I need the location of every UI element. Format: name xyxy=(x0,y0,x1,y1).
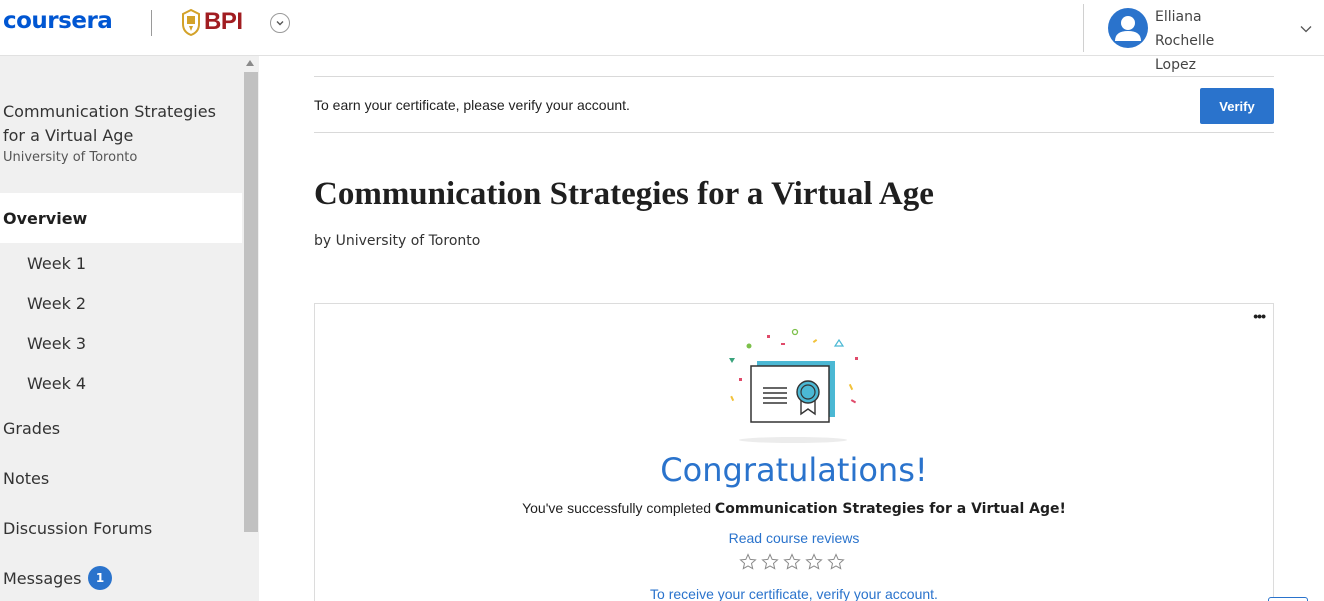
top-header: coursera BPI Elliana Rochelle Lopez xyxy=(0,0,1324,73)
user-name[interactable]: Elliana Rochelle Lopez xyxy=(1155,5,1265,77)
chevron-down-icon xyxy=(276,21,284,26)
bpi-wordmark: BPI xyxy=(204,8,243,35)
sidebar-item-week-1[interactable]: Week 1 xyxy=(27,254,86,273)
read-reviews-link[interactable]: Read course reviews xyxy=(315,530,1273,546)
sidebar-item-week-2[interactable]: Week 2 xyxy=(27,294,86,313)
completion-course-name: Communication Strategies for a Virtual A… xyxy=(714,501,1060,517)
sidebar-item-messages[interactable]: Messages xyxy=(3,569,81,588)
sidebar-item-week-4[interactable]: Week 4 xyxy=(27,374,86,393)
person-icon xyxy=(1115,16,1141,41)
coursera-logo[interactable]: coursera xyxy=(3,8,113,34)
star-1-icon[interactable] xyxy=(739,553,757,571)
sidebar-course-title[interactable]: Communication Strategies for a Virtual A… xyxy=(3,100,233,148)
header-divider xyxy=(1083,4,1084,52)
star-2-icon[interactable] xyxy=(761,553,779,571)
sidebar-item-week-3[interactable]: Week 3 xyxy=(27,334,86,353)
verify-account-link[interactable]: To receive your certificate, verify your… xyxy=(315,586,1273,601)
messages-count-badge: 1 xyxy=(88,566,112,590)
page-title: Communication Strategies for a Virtual A… xyxy=(314,176,934,212)
partner-switcher-button[interactable] xyxy=(270,13,290,33)
sidebar-item-overview[interactable]: Overview xyxy=(0,193,242,243)
verify-banner: To earn your certificate, please verify … xyxy=(314,76,1274,133)
star-3-icon[interactable] xyxy=(783,553,801,571)
course-provider: by University of Toronto xyxy=(314,233,481,249)
certificate-illustration-icon xyxy=(729,328,858,443)
star-5-icon[interactable] xyxy=(827,553,845,571)
star-4-icon[interactable] xyxy=(805,553,823,571)
bpi-logo[interactable]: BPI xyxy=(180,8,243,36)
chevron-down-icon[interactable] xyxy=(1299,22,1313,36)
sidebar-item-grades[interactable]: Grades xyxy=(3,419,60,438)
sidebar-item-notes[interactable]: Notes xyxy=(3,469,49,488)
verify-button[interactable]: Verify xyxy=(1200,88,1274,124)
rating-stars xyxy=(739,553,845,571)
more-options-icon[interactable]: ••• xyxy=(1253,308,1266,324)
completion-message: You've successfully completed Communicat… xyxy=(315,500,1273,517)
sidebar-university: University of Toronto xyxy=(3,150,138,165)
user-avatar-icon[interactable] xyxy=(1108,8,1148,48)
completion-suffix: ! xyxy=(1059,501,1066,517)
congratulations-heading: Congratulations! xyxy=(660,451,928,489)
floating-help-button[interactable] xyxy=(1268,597,1308,601)
completion-prefix: You've successfully completed xyxy=(522,500,715,516)
user-name-last: Lopez xyxy=(1155,57,1196,73)
scroll-up-arrow-icon[interactable] xyxy=(246,60,254,66)
sidebar-scrollbar-thumb[interactable] xyxy=(244,72,258,532)
verify-message: To earn your certificate, please verify … xyxy=(314,97,630,113)
bpi-crest-icon xyxy=(182,8,200,36)
course-sidebar: Communication Strategies for a Virtual A… xyxy=(0,56,259,601)
completion-card: ••• Congratulations! You've successfully… xyxy=(314,303,1274,601)
user-name-first: Elliana Rochelle xyxy=(1155,9,1215,49)
sidebar-item-discussion-forums[interactable]: Discussion Forums xyxy=(3,519,152,538)
logo-divider xyxy=(151,10,152,36)
